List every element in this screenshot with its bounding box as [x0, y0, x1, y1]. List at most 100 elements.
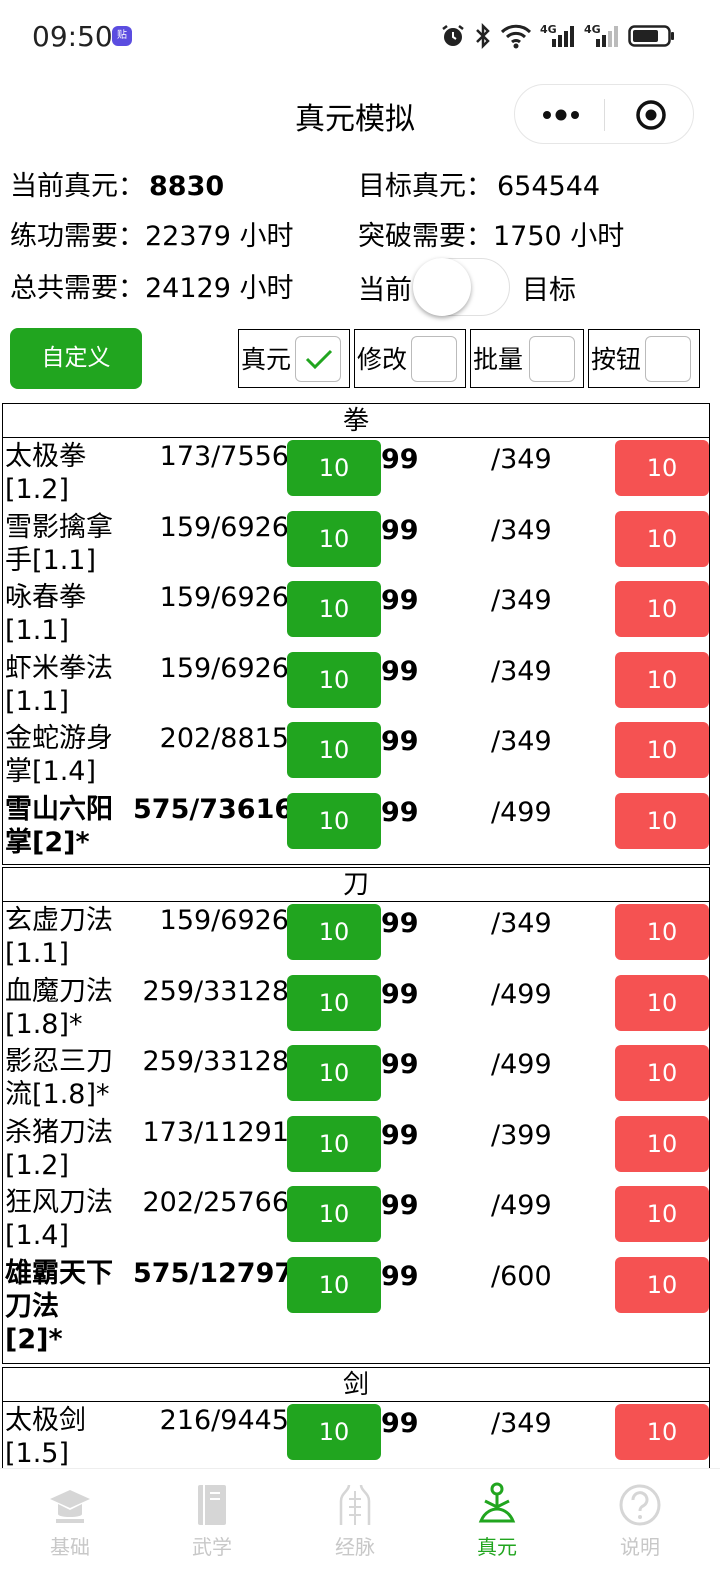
skill-name: 杀猪刀法[1.2] — [5, 1117, 113, 1181]
toggle-knob — [413, 258, 471, 316]
tab-label: 基础 — [50, 1535, 90, 1559]
current-zhenyuan-value: 8830 — [149, 171, 225, 202]
option-checkbox-button[interactable] — [645, 336, 691, 382]
increase-button[interactable]: 10 — [287, 581, 381, 637]
skill-level: 99 — [381, 1190, 419, 1221]
section-fist: 拳 太极拳[1.2] 173/7556 10 99 /349 10 雪影擒拿手[… — [2, 403, 710, 865]
total-hours: 总共需要：24129 小时 — [10, 273, 294, 304]
decrease-button[interactable]: 10 — [615, 652, 709, 708]
tab-zhenyuan[interactable]: 真元 — [447, 1469, 547, 1588]
book-icon — [198, 1485, 226, 1525]
skill-progress: 173/11291 — [142, 1117, 289, 1148]
increase-button[interactable]: 10 — [287, 652, 381, 708]
checkmark-icon — [305, 349, 333, 370]
increase-button[interactable]: 10 — [287, 440, 381, 496]
skill-level: 99 — [381, 1261, 419, 1292]
skill-max-level: /349 — [491, 656, 552, 687]
option-modify[interactable]: 修改 — [354, 329, 466, 388]
decrease-button[interactable]: 10 — [615, 904, 709, 960]
more-icon[interactable] — [539, 102, 583, 128]
increase-button[interactable]: 10 — [287, 1045, 381, 1101]
skill-name: 玄虚刀法[1.1] — [5, 905, 113, 969]
skill-name: 雄霸天下刀法[2]* — [5, 1258, 113, 1355]
skill-progress: 159/6926 — [159, 653, 289, 684]
option-checkbox-modify[interactable] — [411, 336, 457, 382]
tab-meridian[interactable]: 经脉 — [305, 1469, 405, 1588]
decrease-button[interactable]: 10 — [615, 440, 709, 496]
capsule-divider — [604, 99, 605, 131]
skill-name: 太极剑[1.5] — [5, 1405, 86, 1469]
skill-max-level: /600 — [491, 1261, 552, 1292]
skill-name: 虾米拳法[1.1] — [5, 653, 113, 717]
option-label: 修改 — [357, 345, 408, 374]
option-batch[interactable]: 批量 — [470, 329, 584, 388]
skill-progress: 202/25766 — [142, 1187, 289, 1218]
increase-button[interactable]: 10 — [287, 975, 381, 1031]
body-meridian-icon — [339, 1484, 371, 1525]
tab-label: 真元 — [477, 1535, 517, 1559]
decrease-button[interactable]: 10 — [615, 1045, 709, 1101]
battery-icon — [628, 25, 674, 47]
status-icons: 4G 4G — [440, 22, 676, 50]
option-checkbox-batch[interactable] — [529, 336, 575, 382]
decrease-button[interactable]: 10 — [615, 975, 709, 1031]
skill-progress: 202/8815 — [159, 723, 289, 754]
network-4g-icon-a: 4G — [540, 23, 576, 49]
increase-button[interactable]: 10 — [287, 511, 381, 567]
current-zhenyuan-label: 当前真元： — [10, 171, 145, 202]
tab-label: 武学 — [192, 1535, 232, 1559]
increase-button[interactable]: 10 — [287, 1404, 381, 1460]
decrease-button[interactable]: 10 — [615, 1186, 709, 1242]
mini-program-capsule — [514, 84, 694, 144]
decrease-button[interactable]: 10 — [615, 1257, 709, 1313]
bluetooth-icon — [476, 22, 490, 50]
option-checkbox-zhenyuan[interactable] — [295, 336, 341, 382]
decrease-button[interactable]: 10 — [615, 1116, 709, 1172]
skill-level: 99 — [381, 585, 419, 616]
increase-button[interactable]: 10 — [287, 793, 381, 849]
option-label: 真元 — [241, 345, 292, 374]
decrease-button[interactable]: 10 — [615, 581, 709, 637]
tab-basics[interactable]: 基础 — [20, 1469, 120, 1588]
title-bar: 真元模拟 — [0, 76, 720, 152]
graduation-cap-icon — [50, 1490, 90, 1523]
skill-name: 雪山六阳掌[2]* — [5, 794, 113, 858]
tab-help[interactable]: 说明 — [590, 1469, 690, 1588]
decrease-button[interactable]: 10 — [615, 793, 709, 849]
skill-name: 金蛇游身掌[1.4] — [5, 723, 113, 787]
skill-progress: 575/127975 — [133, 1258, 312, 1289]
skill-progress: 216/9445 — [159, 1405, 289, 1436]
option-label: 批量 — [473, 345, 524, 374]
increase-button[interactable]: 10 — [287, 722, 381, 778]
close-target-icon[interactable] — [635, 99, 667, 131]
decrease-button[interactable]: 10 — [615, 511, 709, 567]
skill-progress: 159/6926 — [159, 905, 289, 936]
notification-app-icon: 贴 — [112, 26, 132, 46]
skill-name: 狂风刀法[1.4] — [5, 1187, 113, 1251]
skill-name: 太极拳[1.2] — [5, 441, 86, 505]
meditation-icon — [478, 1482, 516, 1523]
custom-button[interactable]: 自定义 — [10, 328, 142, 389]
skill-level: 99 — [381, 1049, 419, 1080]
decrease-button[interactable]: 10 — [615, 1404, 709, 1460]
section-title: 刀 — [3, 868, 709, 902]
target-zhenyuan-value: 654544 — [497, 171, 601, 202]
skill-level: 99 — [381, 1408, 419, 1439]
tab-martial[interactable]: 武学 — [162, 1469, 262, 1588]
decrease-button[interactable]: 10 — [615, 722, 709, 778]
skill-name: 咏春拳[1.1] — [5, 582, 86, 646]
option-zhenyuan[interactable]: 真元 — [238, 329, 350, 388]
option-button[interactable]: 按钮 — [588, 329, 700, 388]
tab-label: 说明 — [620, 1535, 660, 1559]
increase-button[interactable]: 10 — [287, 1257, 381, 1313]
skill-level: 99 — [381, 515, 419, 546]
increase-button[interactable]: 10 — [287, 1186, 381, 1242]
current-target-toggle[interactable] — [413, 258, 510, 316]
skill-max-level: /499 — [491, 797, 552, 828]
skill-max-level: /499 — [491, 1049, 552, 1080]
increase-button[interactable]: 10 — [287, 904, 381, 960]
practice-hours: 练功需要：22379 小时 — [10, 221, 294, 252]
increase-button[interactable]: 10 — [287, 1116, 381, 1172]
skill-level: 99 — [381, 908, 419, 939]
skill-progress: 259/33128 — [142, 1046, 289, 1077]
